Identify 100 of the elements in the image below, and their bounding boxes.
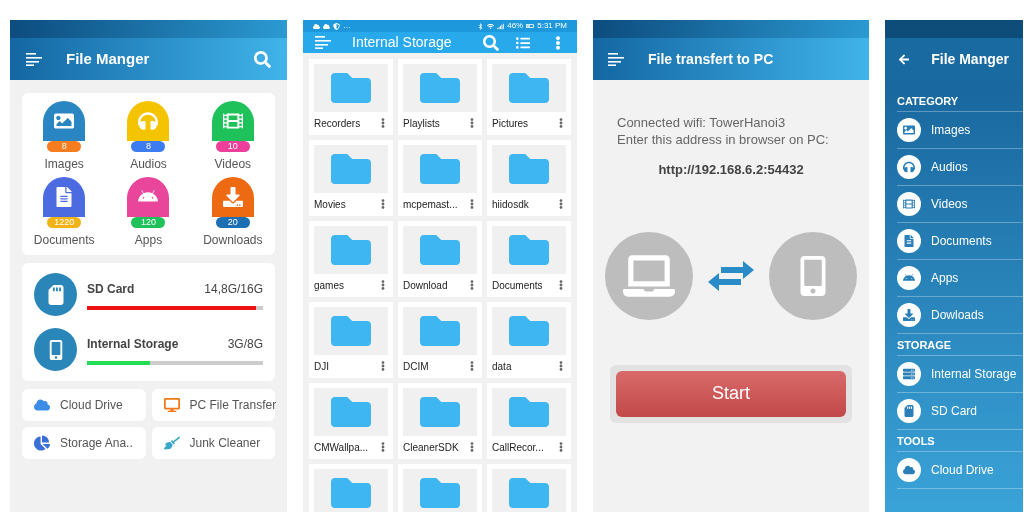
monitor-icon — [163, 397, 180, 413]
category-label: Downloads — [203, 232, 263, 249]
drawer-item[interactable]: Internal Storage — [897, 356, 1023, 393]
wifi-icon — [487, 22, 495, 30]
shield-icon — [333, 22, 340, 30]
section-heading: STORAGE — [897, 334, 1023, 356]
folder-tile[interactable]: Movies — [309, 140, 393, 216]
category-label: Videos — [214, 156, 252, 173]
image-icon — [54, 111, 75, 131]
cloud-icon — [903, 464, 915, 476]
storage-usage: 14,8G/16G — [204, 280, 263, 298]
app-title: File Manger — [66, 48, 151, 69]
tool-button[interactable]: Cloud Drive — [22, 389, 146, 421]
tool-button[interactable]: Junk Cleaner — [151, 427, 275, 459]
start-button[interactable]: Start — [616, 370, 846, 417]
headphones-icon — [138, 111, 159, 131]
folder-name: data — [492, 359, 512, 374]
folder-tile[interactable]: DJI — [309, 302, 393, 378]
film-reel-icon — [222, 111, 243, 131]
folder-tile[interactable]: Playlists — [398, 59, 482, 135]
storage-name: SD Card — [87, 280, 135, 298]
folder-tile[interactable]: Download — [398, 221, 482, 297]
cloud-icon — [313, 22, 320, 30]
folder-tile[interactable]: Recorders — [309, 59, 393, 135]
document-icon — [54, 187, 75, 207]
tool-button[interactable]: PC File Transfer — [151, 389, 275, 421]
folder-tile[interactable]: Pictures — [487, 59, 571, 135]
folder-name: DJI — [314, 359, 329, 374]
headphones-icon — [903, 161, 915, 173]
folder-name: Recorders — [314, 116, 361, 131]
folder-name: CMWallpa... — [314, 440, 369, 455]
info-text: Enter this address in browser on PC: — [617, 131, 830, 148]
cloud-icon — [34, 397, 50, 413]
info-text: Connected wifi: TowerHanoi3 — [617, 114, 787, 131]
broom-icon — [163, 435, 180, 451]
app-title: File transfert to PC — [648, 49, 774, 69]
folder-tile[interactable]: CallRecor... — [487, 383, 571, 459]
download-icon — [903, 309, 915, 321]
robot-icon — [903, 272, 915, 284]
list-view-icon[interactable] — [516, 35, 530, 50]
search-icon[interactable] — [254, 50, 271, 68]
pie-chart-icon — [34, 435, 50, 451]
count-badge: 20 — [215, 217, 250, 228]
battery-percent: 46% — [507, 20, 524, 32]
folder-name: Download — [403, 278, 448, 293]
folder-name: games — [314, 278, 344, 293]
folder-name: Movies — [314, 197, 346, 212]
count-badge: 8 — [47, 141, 82, 152]
folder-name: CallRecor... — [492, 440, 544, 455]
folder-name: Pictures — [492, 116, 529, 131]
storage-name: Internal Storage — [87, 335, 179, 353]
storage-usage: 3G/8G — [227, 335, 263, 353]
drawer-item[interactable]: Apps — [897, 260, 1023, 297]
clock: 5:31 PM — [537, 20, 567, 32]
drawer-item[interactable]: Documents — [897, 223, 1023, 260]
image-icon — [903, 124, 915, 136]
folder-name: Playlists — [403, 116, 440, 131]
status-more: … — [343, 20, 351, 32]
folder-tile[interactable]: CleanerSDK — [398, 383, 482, 459]
folder-name: DCIM — [403, 359, 429, 374]
drawer-item[interactable]: Images — [897, 112, 1023, 149]
count-badge: 8 — [131, 141, 166, 152]
download-icon — [222, 187, 243, 207]
folder-tile[interactable]: hiidosdk — [487, 140, 571, 216]
signal-icon — [497, 22, 505, 30]
count-badge: 10 — [215, 141, 250, 152]
drawer-item[interactable]: Videos — [897, 186, 1023, 223]
cloud-icon — [323, 22, 330, 30]
folder-name: mcpemast... — [403, 197, 458, 212]
transfer-arrows-icon — [707, 258, 755, 293]
count-badge: 120 — [131, 217, 166, 228]
drawer-item[interactable]: Audios — [897, 149, 1023, 186]
tool-button[interactable]: Storage Ana.. — [22, 427, 146, 459]
section-heading: TOOLS — [897, 430, 1023, 452]
battery-icon — [526, 22, 535, 30]
count-badge: 1220 — [47, 217, 82, 228]
sd-card-icon — [903, 405, 915, 417]
folder-tile[interactable]: games — [309, 221, 393, 297]
folder-tile[interactable]: DCIM — [398, 302, 482, 378]
category-label: Images — [44, 156, 84, 173]
drawer-item[interactable]: Dowloads — [897, 297, 1023, 334]
category-label: Documents — [33, 232, 95, 249]
film-reel-icon — [903, 198, 915, 210]
menu-icon[interactable] — [26, 52, 42, 66]
folder-tile[interactable]: Documents — [487, 221, 571, 297]
drawer-title: File Manger — [931, 49, 1009, 69]
folder-tile[interactable]: data — [487, 302, 571, 378]
folder-tile[interactable]: CMWallpa... — [309, 383, 393, 459]
bluetooth-icon — [477, 22, 485, 30]
server-address: http://192.168.6.2:54432 — [657, 161, 805, 179]
storage-icon — [903, 368, 915, 380]
section-heading: CATEGORY — [897, 90, 1023, 112]
category-label: Audios — [130, 156, 167, 173]
folder-name: CleanerSDK — [403, 440, 459, 455]
category-label: Apps — [134, 232, 163, 249]
menu-icon[interactable] — [315, 36, 331, 49]
folder-tile[interactable]: mcpemast... — [398, 140, 482, 216]
folder-name: Documents — [492, 278, 543, 293]
menu-icon[interactable] — [608, 52, 624, 66]
search-icon[interactable] — [483, 34, 499, 51]
